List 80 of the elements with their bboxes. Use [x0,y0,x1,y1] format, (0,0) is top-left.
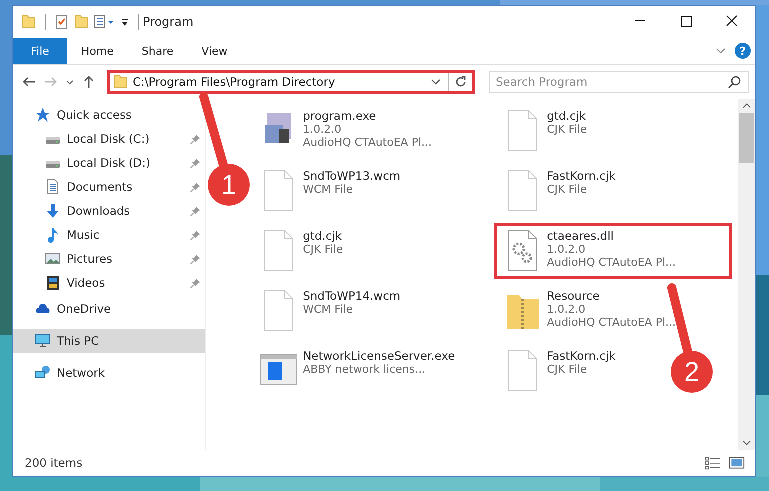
file-item[interactable]: ctaeares.dll 1.0.2.0 AudioHQ CTAutoEA Pl... [494,223,732,279]
pin-icon[interactable] [190,230,202,240]
step-badge: 1 [208,164,250,206]
file-name: gtd.cjk [303,229,344,243]
ribbon-tab[interactable]: Share [128,38,188,64]
file-name: SndToWP14.wcm [303,289,401,303]
file-detail: 1.0.2.0 [303,123,343,136]
ribbon-tab[interactable]: View [188,38,242,64]
sidebar-item[interactable]: Local Disk (C:) [13,127,206,151]
pin-icon[interactable] [190,182,202,192]
ribbon-tab[interactable]: Home [67,38,128,64]
pin-icon[interactable] [190,158,202,168]
pin-icon[interactable] [190,278,202,288]
download-icon [45,203,61,219]
sidebar-item[interactable]: Pictures [13,247,206,271]
pictures-icon [45,251,61,267]
file-detail: CJK File [303,243,344,256]
file-detail: AudioHQ CTAutoEA Pl... [303,136,432,149]
address-bar[interactable]: C:\Program Files\Program Directory [107,70,475,94]
thumbnail-view-icon[interactable] [729,455,745,471]
file-name: ctaeares.dll [547,229,615,243]
properties-icon[interactable] [94,14,116,30]
address-path: C:\Program Files\Program Directory [133,75,336,89]
file-detail: AudioHQ CTAutoEA Pl... [547,316,676,329]
checklist-icon[interactable] [54,14,70,30]
file-item[interactable]: NetworkLicenseServer.exe ABBY network licens... [250,343,464,399]
film-icon [45,275,61,291]
window-title: Program [143,15,194,29]
details-view-icon[interactable] [705,455,721,471]
file-name: gtd.cjk [547,109,588,123]
file-item[interactable]: gtd.cjk CJK File [250,223,352,279]
star-icon [35,107,51,123]
file-item[interactable]: gtd.cjk CJK File [494,103,596,159]
network-icon [35,365,51,381]
file-detail: AudioHQ CTAutoEA Pl... [547,256,676,269]
file-item[interactable]: program.exe 1.0.2.0 AudioHQ CTAutoEA Pl... [250,103,442,159]
pin-icon[interactable] [190,254,202,264]
folder-icon[interactable] [21,14,37,30]
file-detail: 1.0.2.0 [547,243,587,256]
file-detail: CJK File [547,123,588,136]
file-item[interactable]: SndToWP13.wcm WCM File [250,163,410,219]
help-button[interactable]: ? [735,43,751,59]
music-note-icon [45,227,61,243]
folder-icon[interactable] [74,14,90,30]
search-icon [727,74,743,90]
file-item[interactable]: FastKorn.cjk CJK File [494,163,625,219]
item-count: 200 items [25,456,83,470]
sidebar-item[interactable]: This PC [13,329,206,353]
folder-icon [113,74,129,90]
sidebar-item[interactable]: Local Disk (D:) [13,151,206,175]
file-name: program.exe [303,109,378,123]
file-name: NetworkLicenseServer.exe [303,349,456,363]
pin-icon[interactable] [190,206,202,216]
document-icon [45,179,61,195]
file-detail: CJK File [547,183,588,196]
file-item[interactable]: FastKorn.cjk CJK File [494,343,625,399]
file-detail: ABBY network licens... [303,363,427,376]
sidebar-item[interactable]: OneDrive [13,297,206,321]
pin-icon[interactable] [190,134,202,144]
file-name: FastKorn.cjk [547,349,616,363]
file-name: FastKorn.cjk [547,169,616,183]
sidebar-item[interactable]: Quick access [13,103,206,127]
file-detail: CJK File [547,363,588,376]
sidebar-item[interactable]: Network [13,361,206,385]
file-item[interactable]: SndToWP14.wcm WCM File [250,283,410,339]
step-badge: 2 [671,351,713,393]
file-detail: WCM File [303,303,354,316]
search-field[interactable]: Search Program [489,71,749,93]
monitor-icon [35,333,51,349]
scrollbar-thumb[interactable] [739,113,754,163]
file-name: SndToWP13.wcm [303,169,401,183]
sidebar-item[interactable]: Videos [13,271,206,295]
sidebar-item[interactable]: Documents [13,175,206,199]
file-item[interactable]: Resource 1.0.2.0 AudioHQ CTAutoEA Pl... [494,283,686,339]
file-detail: WCM File [303,183,354,196]
sidebar-item[interactable]: Downloads [13,199,206,223]
sidebar-item[interactable]: Music [13,223,206,247]
file-name: Resource [547,289,601,303]
file-detail: 1.0.2.0 [547,303,587,316]
ribbon-tab[interactable]: File [13,38,68,64]
